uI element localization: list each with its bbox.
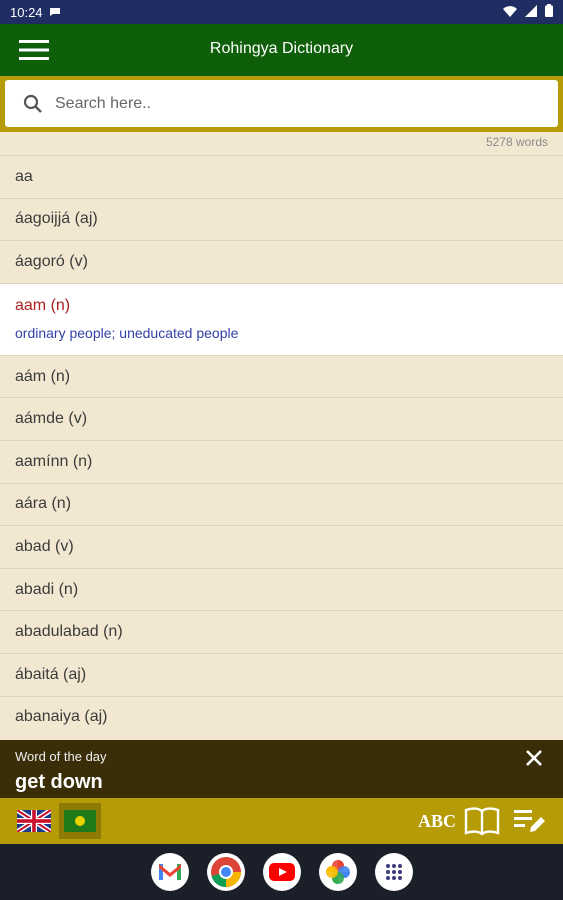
word-list[interactable]: aa áagoijjá (aj) áagoró (v) aam (n) ordi… — [0, 155, 563, 740]
rohingya-flag-button[interactable] — [59, 803, 101, 839]
book-icon[interactable] — [464, 806, 500, 836]
signal-icon — [525, 4, 537, 20]
notification-icon — [49, 5, 61, 20]
status-time: 10:24 — [10, 4, 43, 20]
search-box[interactable] — [5, 80, 558, 127]
list-item[interactable]: abadulabad (n) — [0, 610, 563, 653]
rohingya-flag-icon — [64, 810, 96, 832]
search-input[interactable] — [55, 94, 515, 113]
list-item[interactable]: aa — [0, 155, 563, 198]
wotd-word[interactable]: get down — [15, 771, 103, 794]
list-item[interactable]: abad (v) — [0, 525, 563, 568]
list-item[interactable]: áagoijjá (aj) — [0, 197, 563, 241]
list-item[interactable]: aámde (v) — [0, 397, 563, 440]
list-item[interactable]: abanaiya (aj) — [0, 695, 563, 739]
wotd-label: Word of the day — [15, 749, 107, 764]
bottom-toolbar: ABC — [0, 798, 563, 844]
search-icon — [23, 94, 42, 113]
selected-word: aam (n) — [15, 297, 71, 315]
word-count: 5278 words — [485, 135, 548, 149]
status-bar: 10:24 — [0, 0, 563, 24]
list-item[interactable]: ábaitá (aj) — [0, 652, 563, 696]
menu-button[interactable] — [0, 24, 68, 76]
word-of-the-day-banner[interactable]: Word of the day get down — [0, 740, 563, 798]
list-item[interactable]: áagoró (v) — [0, 240, 563, 283]
gmail-app-icon[interactable] — [150, 853, 189, 891]
list-item[interactable]: aám (n) — [0, 354, 563, 398]
word-definition: ordinary people; uneducated people — [15, 325, 239, 342]
app-bar: Rohingya Dictionary — [0, 24, 563, 76]
app-title: Rohingya Dictionary — [209, 40, 354, 57]
abc-button[interactable]: ABC — [418, 811, 456, 832]
uk-flag-icon[interactable] — [17, 810, 51, 832]
search-band — [0, 76, 563, 132]
chrome-app-icon[interactable] — [206, 853, 245, 891]
hamburger-icon — [19, 40, 49, 60]
youtube-app-icon[interactable] — [262, 853, 301, 891]
list-item[interactable]: abadi (n) — [0, 567, 563, 611]
list-item[interactable]: aamínn (n) — [0, 439, 563, 483]
battery-icon — [545, 4, 553, 20]
list-item[interactable]: aára (n) — [0, 482, 563, 526]
app-drawer-icon[interactable] — [374, 853, 413, 891]
navigation-dock — [0, 844, 563, 900]
photos-app-icon[interactable] — [318, 853, 357, 891]
wifi-icon — [503, 5, 517, 20]
selected-list-item[interactable]: aam (n) ordinary people; uneducated peop… — [0, 282, 563, 355]
close-icon[interactable] — [523, 747, 545, 769]
edit-notes-icon[interactable] — [514, 808, 546, 834]
